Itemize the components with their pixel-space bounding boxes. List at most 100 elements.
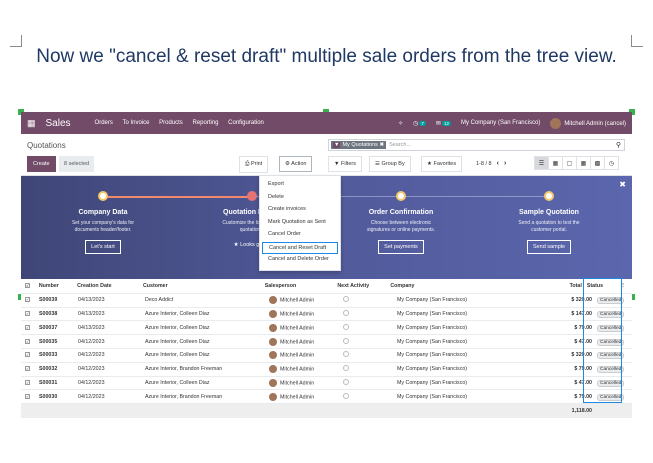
menu-configuration[interactable]: Configuration bbox=[228, 120, 264, 126]
search-bar[interactable]: ▼ My Quotations ✖ Search... ⚲ bbox=[328, 139, 625, 151]
clock-icon[interactable] bbox=[343, 392, 349, 399]
table-row[interactable]: ✓ S00032 04/12/2023 Azure Interior, Brandon… bbox=[21, 363, 632, 377]
activity-view-icon[interactable]: ◷ bbox=[604, 156, 619, 170]
row-checkbox[interactable]: ✓ bbox=[25, 379, 30, 385]
cell-activity bbox=[343, 337, 397, 346]
activity-icon[interactable]: ◷ 7 bbox=[413, 120, 426, 127]
menu-item-cancel-reset-draft[interactable]: Cancel and Reset Draft bbox=[262, 241, 338, 254]
cell-customer: Azure Interior, Brandon Freeman bbox=[145, 393, 223, 400]
table-row[interactable]: ✓ S00039 04/13/2023 Deco Addict Mitchell Adm… bbox=[21, 294, 632, 308]
cell-customer: Deco Addict bbox=[145, 297, 174, 304]
cell-salesperson: Mitchell Admin bbox=[269, 351, 343, 360]
prev-icon[interactable]: ‹ bbox=[497, 160, 499, 167]
header-creation-date[interactable]: Creation Date bbox=[77, 283, 143, 289]
menu-orders[interactable]: Orders bbox=[95, 120, 113, 126]
header-number[interactable]: Number bbox=[33, 283, 77, 289]
table-row[interactable]: ✓ S00030 04/12/2023 Azure Interior, Brandon… bbox=[21, 390, 632, 405]
bug-icon[interactable]: ✧ bbox=[398, 120, 403, 127]
table-row[interactable]: ✓ S00038 04/13/2023 Azure Interior, Colleen… bbox=[21, 308, 632, 322]
view-switcher: ☰ ▦ ▢ ▦ ▩ ◷ bbox=[534, 156, 619, 170]
cell-activity bbox=[343, 351, 397, 359]
print-icon: ⎙ bbox=[245, 161, 250, 167]
cell-activity bbox=[343, 378, 397, 387]
menu-reporting[interactable]: Reporting bbox=[192, 120, 218, 126]
pager-value[interactable]: 1-8 / 8 bbox=[476, 161, 492, 167]
company-switcher[interactable]: My Company (San Francisco) bbox=[461, 120, 540, 126]
slide-headline: Now we "cancel & reset draft" multiple s… bbox=[36, 46, 617, 67]
search-facet[interactable]: ▼ My Quotations ✖ bbox=[331, 141, 387, 149]
messages-badge: 12 bbox=[441, 120, 451, 126]
messages-icon[interactable]: ✉ 12 bbox=[436, 120, 451, 127]
main-menu: Orders To Invoice Products Reporting Con… bbox=[95, 120, 272, 126]
set-payments-button[interactable]: Set payments bbox=[378, 240, 424, 254]
clock-icon[interactable] bbox=[343, 323, 349, 330]
menu-item-cancel-order[interactable]: Cancel Order bbox=[260, 229, 340, 242]
group-by-button[interactable]: ☰ Group By bbox=[369, 156, 411, 172]
menu-item-create-invoices[interactable]: Create invoices bbox=[260, 204, 340, 217]
header-total[interactable]: Total bbox=[506, 283, 585, 289]
header-salesperson[interactable]: Salesperson bbox=[265, 283, 338, 289]
menu-item-mark-sent[interactable]: Mark Quotation as Sent bbox=[260, 217, 340, 230]
cell-salesperson: Mitchell Admin bbox=[269, 365, 343, 374]
favorites-label: Favorites bbox=[433, 161, 457, 167]
close-icon[interactable]: ✖ bbox=[619, 180, 626, 189]
step-desc: Send a quotation to test the customer por… bbox=[518, 220, 580, 233]
row-checkbox[interactable]: ✓ bbox=[25, 324, 30, 330]
cell-company: My Company (San Francisco) bbox=[397, 366, 468, 373]
table-row[interactable]: ✓ S00037 04/13/2023 Azure Interior, Colleen… bbox=[21, 321, 632, 336]
clock-icon[interactable] bbox=[343, 337, 349, 344]
apps-menu-icon[interactable]: ▦ bbox=[27, 118, 36, 129]
row-checkbox[interactable]: ✓ bbox=[25, 393, 30, 399]
cell-customer: Azure Interior, Colleen Diaz bbox=[145, 379, 210, 386]
cell-date: 04/13/2023 bbox=[78, 297, 105, 304]
table-row[interactable]: ✓ S00033 04/12/2023 Azure Interior, Colleen… bbox=[21, 349, 632, 363]
filters-button[interactable]: ▼ Filters bbox=[328, 156, 362, 172]
app-name[interactable]: Sales bbox=[46, 118, 71, 129]
row-checkbox[interactable]: ✓ bbox=[25, 352, 30, 358]
table-row[interactable]: ✓ S00035 04/12/2023 Azure Interior, Colleen… bbox=[21, 335, 632, 349]
row-checkbox[interactable]: ✓ bbox=[25, 338, 30, 344]
clock-icon[interactable] bbox=[343, 296, 349, 303]
clock-icon[interactable] bbox=[343, 365, 349, 372]
send-sample-button[interactable]: Send sample bbox=[526, 240, 572, 254]
menu-item-delete[interactable]: Delete bbox=[260, 192, 340, 205]
print-button[interactable]: ⎙ Print bbox=[239, 156, 269, 173]
cell-customer: Azure Interior, Colleen Diaz bbox=[145, 338, 210, 345]
user-menu[interactable]: Mitchell Admin (cancel) bbox=[550, 117, 626, 129]
cell-salesperson: Mitchell Admin bbox=[269, 296, 343, 305]
select-all-checkbox[interactable]: ✓ bbox=[25, 283, 30, 289]
cell-customer: Azure Interior, Colleen Diaz bbox=[145, 310, 210, 317]
avatar bbox=[269, 296, 277, 305]
row-checkbox[interactable]: ✓ bbox=[25, 310, 30, 316]
list-view-icon[interactable]: ☰ bbox=[534, 156, 549, 170]
row-checkbox[interactable]: ✓ bbox=[25, 297, 30, 303]
lets-start-button[interactable]: Let's start bbox=[85, 240, 121, 254]
search-icon[interactable]: ⚲ bbox=[616, 141, 621, 149]
clock-icon[interactable] bbox=[343, 351, 349, 358]
favorites-button[interactable]: ★ Favorites bbox=[421, 156, 463, 172]
graph-view-icon[interactable]: ▩ bbox=[590, 156, 605, 170]
menu-to-invoice[interactable]: To Invoice bbox=[122, 120, 149, 126]
row-checkbox[interactable]: ✓ bbox=[25, 366, 30, 372]
table-row[interactable]: ✓ S00031 04/12/2023 Azure Interior, Colleen… bbox=[21, 377, 632, 391]
cell-activity bbox=[343, 296, 397, 304]
create-button[interactable]: Create bbox=[27, 156, 56, 172]
cell-company: My Company (San Francisco) bbox=[397, 297, 468, 304]
header-company[interactable]: Company bbox=[390, 283, 506, 289]
header-next-activity[interactable]: Next Activity bbox=[337, 283, 390, 289]
cell-activity bbox=[343, 392, 397, 401]
clock-icon[interactable] bbox=[343, 378, 349, 385]
pivot-view-icon[interactable]: ▦ bbox=[576, 156, 591, 170]
header-customer[interactable]: Customer bbox=[143, 283, 265, 289]
menu-item-export[interactable]: Export bbox=[260, 179, 340, 192]
search-input[interactable]: Search... bbox=[389, 142, 411, 148]
menu-item-cancel-delete[interactable]: Cancel and Delete Order bbox=[260, 254, 340, 267]
action-button[interactable]: ⚙ Action bbox=[279, 156, 313, 172]
breadcrumb[interactable]: Quotations bbox=[27, 141, 66, 150]
filter-icon: ▼ bbox=[333, 142, 341, 148]
clock-icon[interactable] bbox=[343, 309, 349, 316]
menu-products[interactable]: Products bbox=[159, 120, 183, 126]
kanban-view-icon[interactable]: ▦ bbox=[548, 156, 563, 170]
next-icon[interactable]: › bbox=[504, 160, 506, 167]
calendar-view-icon[interactable]: ▢ bbox=[562, 156, 577, 170]
